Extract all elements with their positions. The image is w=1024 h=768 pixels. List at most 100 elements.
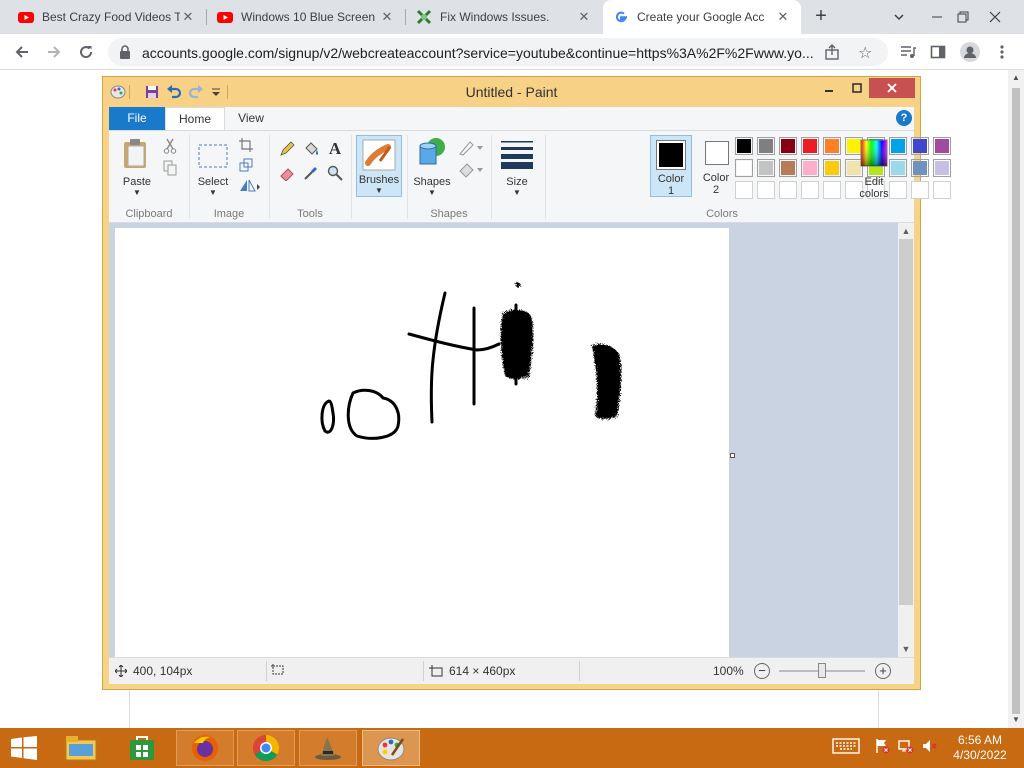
bookmark-star-icon[interactable]: ☆ — [858, 43, 872, 63]
paint-minimize-icon[interactable] — [815, 78, 843, 98]
tab-close-icon[interactable]: ✕ — [775, 9, 791, 25]
touch-keyboard-icon[interactable] — [830, 738, 862, 754]
edit-colors-label-2[interactable]: colors — [852, 188, 896, 200]
brushes-button[interactable]: Brushes ▼ — [356, 135, 402, 197]
pencil-icon[interactable] — [277, 139, 297, 159]
scroll-thumb[interactable] — [1012, 88, 1020, 714]
zoom-out-button[interactable]: − — [754, 663, 770, 679]
fill-bucket-icon[interactable] — [301, 139, 321, 159]
taskbar-app-hat[interactable] — [299, 730, 357, 766]
canvas-resize-handle[interactable] — [730, 453, 735, 458]
restore-icon[interactable] — [946, 0, 980, 34]
shapes-icon[interactable] — [415, 135, 449, 171]
paste-button-label[interactable]: Paste — [117, 176, 157, 188]
paint-maximize-icon[interactable] — [843, 78, 871, 98]
volume-muted-icon[interactable] — [920, 738, 940, 754]
action-center-flag-icon[interactable] — [872, 738, 892, 754]
palette-swatch[interactable] — [889, 159, 907, 177]
crop-icon[interactable] — [237, 137, 255, 153]
start-button[interactable] — [0, 730, 48, 766]
size-button-label[interactable]: Size — [495, 176, 539, 188]
scroll-up-icon[interactable]: ▲ — [898, 223, 914, 239]
tab-file[interactable]: File — [109, 107, 165, 130]
side-panel-icon[interactable] — [926, 40, 950, 64]
palette-swatch[interactable] — [735, 137, 753, 155]
edit-colors-icon[interactable] — [860, 139, 888, 167]
tab-close-icon[interactable]: ✕ — [180, 9, 196, 25]
palette-swatch[interactable] — [757, 137, 775, 155]
palette-custom-slot[interactable] — [911, 181, 929, 199]
palette-swatch[interactable] — [801, 137, 819, 155]
palette-swatch[interactable] — [889, 137, 907, 155]
address-bar[interactable]: accounts.google.com/signup/v2/webcreatea… — [108, 38, 888, 66]
shapes-dropdown-icon[interactable]: ▼ — [409, 188, 455, 197]
drawing-canvas[interactable] — [115, 228, 729, 657]
palette-custom-slot[interactable] — [823, 181, 841, 199]
browser-tab-4-active[interactable]: Create your Google Acc ✕ — [603, 0, 801, 34]
text-tool-icon[interactable]: A — [325, 139, 345, 159]
window-close-icon[interactable] — [978, 0, 1012, 34]
reload-icon[interactable] — [74, 40, 98, 64]
url-text[interactable]: accounts.google.com/signup/v2/webcreatea… — [142, 45, 822, 61]
palette-swatch[interactable] — [823, 159, 841, 177]
select-icon[interactable] — [197, 143, 229, 169]
more-menu-icon[interactable] — [990, 40, 1014, 64]
share-icon[interactable] — [824, 44, 840, 63]
palette-swatch[interactable] — [933, 137, 951, 155]
resize-icon[interactable] — [237, 157, 255, 173]
outline-icon[interactable] — [457, 139, 485, 157]
new-tab-button[interactable]: + — [810, 6, 832, 28]
copy-icon[interactable] — [161, 159, 179, 177]
palette-swatch[interactable] — [757, 159, 775, 177]
paste-icon[interactable] — [121, 137, 151, 171]
tab-close-icon[interactable]: ✕ — [576, 9, 592, 25]
color-picker-icon[interactable] — [301, 163, 321, 183]
media-controls-icon[interactable] — [896, 40, 920, 64]
tab-close-icon[interactable]: ✕ — [379, 9, 395, 25]
forward-arrow-icon[interactable] — [42, 40, 66, 64]
tab-home[interactable]: Home — [165, 107, 225, 130]
scroll-down-icon[interactable]: ▼ — [1008, 712, 1024, 728]
palette-custom-slot[interactable] — [735, 181, 753, 199]
paste-dropdown-icon[interactable]: ▼ — [117, 188, 157, 197]
scroll-down-icon[interactable]: ▼ — [898, 641, 914, 657]
palette-swatch[interactable] — [735, 159, 753, 177]
cut-icon[interactable] — [161, 137, 179, 155]
scroll-thumb[interactable] — [899, 239, 913, 605]
system-clock[interactable]: 6:56 AM 4/30/2022 — [944, 733, 1016, 763]
browser-tab-2[interactable]: Windows 10 Blue Screen ✕ — [207, 0, 405, 34]
palette-custom-slot[interactable] — [757, 181, 775, 199]
browser-tab-1[interactable]: Best Crazy Food Videos T ✕ — [8, 0, 206, 34]
palette-custom-slot[interactable] — [779, 181, 797, 199]
eraser-icon[interactable] — [277, 163, 297, 183]
tab-search-icon[interactable] — [882, 0, 916, 34]
size-icon[interactable] — [497, 137, 537, 171]
profile-avatar-icon[interactable] — [958, 40, 982, 64]
select-dropdown-icon[interactable]: ▼ — [193, 188, 233, 197]
magnifier-icon[interactable] — [325, 163, 345, 183]
zoom-slider-thumb[interactable] — [818, 663, 826, 678]
color-1-button[interactable]: Color 1 — [650, 135, 692, 197]
taskbar-store[interactable] — [113, 730, 171, 766]
palette-swatch[interactable] — [933, 159, 951, 177]
palette-custom-slot[interactable] — [801, 181, 819, 199]
taskbar-file-explorer[interactable] — [52, 730, 110, 766]
canvas-scrollbar[interactable]: ▲ ▼ — [898, 223, 914, 657]
edit-colors-label-1[interactable]: Edit — [852, 176, 896, 188]
scroll-up-icon[interactable]: ▲ — [1008, 70, 1024, 86]
palette-swatch[interactable] — [801, 159, 819, 177]
palette-swatch[interactable] — [911, 137, 929, 155]
browser-tab-3[interactable]: Fix Windows Issues. ✕ — [406, 0, 602, 34]
back-arrow-icon[interactable] — [10, 40, 34, 64]
fill-icon[interactable] — [457, 161, 485, 179]
palette-swatch[interactable] — [779, 137, 797, 155]
tab-view[interactable]: View — [225, 107, 277, 130]
paint-title-bar[interactable]: Untitled - Paint — [103, 77, 920, 106]
palette-swatch[interactable] — [911, 159, 929, 177]
palette-swatch[interactable] — [779, 159, 797, 177]
taskbar-paint[interactable] — [362, 730, 420, 766]
page-scrollbar[interactable]: ▲ ▼ — [1008, 70, 1024, 728]
paint-close-button[interactable] — [869, 78, 915, 98]
taskbar-firefox[interactable] — [176, 730, 234, 766]
select-button-label[interactable]: Select — [193, 176, 233, 188]
